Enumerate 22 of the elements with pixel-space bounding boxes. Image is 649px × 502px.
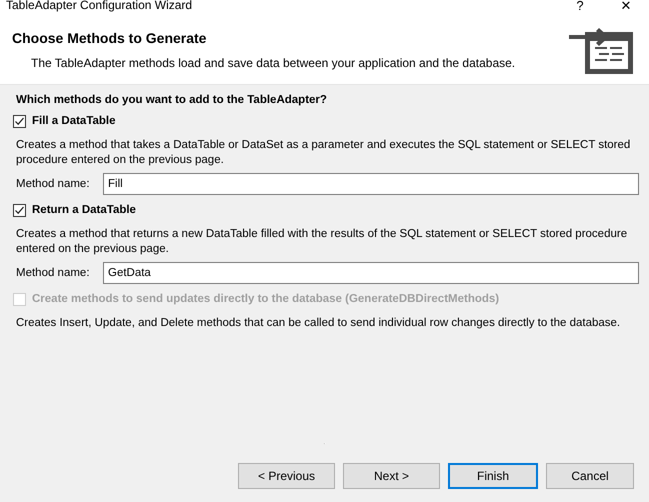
- description-text: Creates a method that takes a DataTable or DataSet as a parameter and executes the SQL statement or SELECT stored procedure entered on the previous page.: [16, 138, 632, 168]
- description-text: Creates a method that returns a new DataTable filled with the results of the SQL statement or SELECT stored procedure entered on the previous page.: [16, 227, 628, 257]
- page-subtitle: The TableAdapter methods load and save data between your application and the database.: [31, 56, 516, 70]
- close-button[interactable]: ✕: [603, 0, 649, 12]
- page-title: Choose Methods to Generate: [12, 30, 208, 46]
- method-name-field[interactable]: GetData: [103, 262, 639, 284]
- wizard-button[interactable]: Finish: [448, 463, 538, 489]
- wizard-button[interactable]: Cancel: [546, 463, 634, 489]
- checkbox[interactable]: [13, 204, 26, 216]
- field-label: Method name:: [16, 267, 91, 279]
- method-name-field[interactable]: Fill: [103, 173, 639, 195]
- checkbox-label[interactable]: Fill a DataTable: [32, 115, 116, 127]
- window-title: TableAdapter Configuration Wizard: [6, 0, 192, 12]
- checkbox[interactable]: [13, 114, 26, 128]
- checkbox-label[interactable]: Return a DataTable: [32, 204, 136, 216]
- table-arrow-icon: [569, 28, 633, 74]
- question-text: Which methods do you want to add to the TableAdapter?: [16, 94, 328, 106]
- description-text: Creates Insert, Update, and Delete methods that can be called to send individual row changes directly to the database.: [16, 316, 622, 331]
- wizard-button[interactable]: Next >: [343, 463, 440, 489]
- wizard-button[interactable]: < Previous: [238, 463, 335, 489]
- help-button[interactable]: ?: [557, 0, 603, 12]
- field-label: Method name:: [16, 178, 91, 190]
